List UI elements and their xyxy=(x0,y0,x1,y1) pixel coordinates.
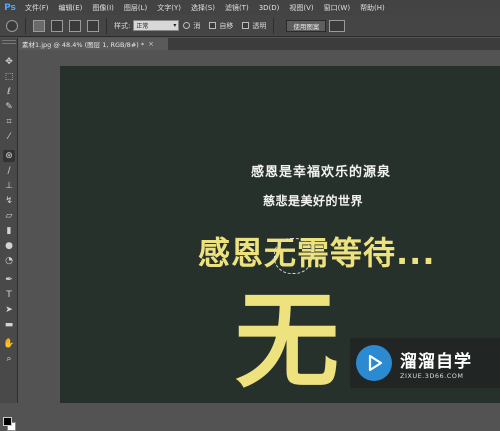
chevron-down-icon: ▾ xyxy=(173,22,177,29)
marquee-icon[interactable]: ⬚ xyxy=(3,71,15,83)
blur-icon[interactable]: ● xyxy=(3,240,15,252)
transparent-label: 透明 xyxy=(252,21,267,30)
move-icon[interactable]: ✥ xyxy=(3,56,15,68)
stamp-icon[interactable]: ⊥ xyxy=(3,180,15,192)
canvas-text-line2: 慈悲是美好的世界 xyxy=(263,194,364,208)
crop-icon[interactable]: ⌗ xyxy=(3,116,15,128)
menu-type[interactable]: 文字(Y) xyxy=(152,3,186,13)
photoshop-logo: Ps xyxy=(4,2,16,13)
menu-edit[interactable]: 编辑(E) xyxy=(54,3,88,13)
gradient-icon[interactable]: ▮ xyxy=(3,225,15,237)
healing-icon[interactable]: ⊛ xyxy=(3,150,15,162)
tools-panel: ✥ ⬚ ℓ ✎ ⌗ ⁄ ⊛ ∕ ⊥ ↯ ▱ ▮ ● ◔ ✒ T ➤ ▬ ✋ ⌕ xyxy=(0,38,18,431)
path-select-icon[interactable]: ➤ xyxy=(3,304,15,316)
history-brush-icon[interactable]: ↯ xyxy=(3,195,15,207)
divider xyxy=(25,17,26,34)
canvas-headline: 感恩无需等待... xyxy=(198,234,436,272)
document-tab[interactable]: 素材1.jpg @ 48.4% (图层 1, RGB/8#) * × xyxy=(18,38,168,50)
eyedropper-icon[interactable]: ⁄ xyxy=(3,131,15,143)
pen-icon[interactable]: ✒ xyxy=(3,274,15,286)
pattern-picker-icon[interactable] xyxy=(329,19,346,32)
menu-window[interactable]: 窗口(W) xyxy=(319,3,355,13)
autoadd-label: 自移 xyxy=(219,21,234,30)
panel-grip[interactable] xyxy=(2,40,16,44)
intersect-selection-icon[interactable] xyxy=(87,19,99,32)
canvas-text-line1: 感恩是幸福欢乐的源泉 xyxy=(251,165,392,180)
play-icon xyxy=(356,345,392,381)
menu-filter[interactable]: 滤镜(T) xyxy=(220,3,254,13)
zoom-icon[interactable]: ⌕ xyxy=(3,353,15,365)
document-tab-bar: 素材1.jpg @ 48.4% (图层 1, RGB/8#) * × xyxy=(18,38,500,50)
watermark-url: ZIXUE.3D66.COM xyxy=(400,371,464,380)
canvas-big-character: 无 xyxy=(235,280,340,402)
menu-file[interactable]: 文件(F) xyxy=(20,3,54,13)
menu-view[interactable]: 视图(V) xyxy=(284,3,318,13)
menu-bar: Ps 文件(F) 编辑(E) 图像(I) 图层(L) 文字(Y) 选择(S) 滤… xyxy=(0,0,500,15)
menu-select[interactable]: 选择(S) xyxy=(186,3,220,13)
options-bar: 样式: 正常 ▾ 消 自移 透明 使用图案 xyxy=(0,15,500,37)
tool-preset-icon[interactable] xyxy=(6,19,18,32)
watermark: 溜溜自学 ZIXUE.3D66.COM xyxy=(350,338,500,388)
subtract-selection-icon[interactable] xyxy=(69,19,81,32)
style-label: 样式: xyxy=(114,21,131,30)
close-icon[interactable]: × xyxy=(148,40,154,48)
dodge-icon[interactable]: ◔ xyxy=(3,255,15,267)
document-tab-title: 素材1.jpg @ 48.4% (图层 1, RGB/8#) * xyxy=(22,41,145,49)
menu-image[interactable]: 图像(I) xyxy=(87,3,119,13)
antialias-radio[interactable] xyxy=(183,22,191,29)
play-icon-glyph xyxy=(368,354,383,372)
antialias-label: 消 xyxy=(193,21,201,30)
divider xyxy=(273,17,275,34)
watermark-text: 溜溜自学 ZIXUE.3D66.COM xyxy=(400,347,472,380)
eraser-icon[interactable]: ▱ xyxy=(3,210,15,222)
add-selection-icon[interactable] xyxy=(51,19,63,32)
watermark-title: 溜溜自学 xyxy=(400,351,472,372)
use-pattern-button[interactable]: 使用图案 xyxy=(286,19,327,32)
menu-3d[interactable]: 3D(D) xyxy=(254,4,285,12)
brush-icon[interactable]: ∕ xyxy=(3,165,15,177)
divider xyxy=(106,17,107,34)
style-select-value: 正常 xyxy=(136,23,149,30)
transparent-checkbox[interactable] xyxy=(242,22,250,29)
selection-marquee[interactable] xyxy=(274,238,312,274)
hand-icon[interactable]: ✋ xyxy=(3,338,15,350)
foreground-color-swatch[interactable] xyxy=(3,417,12,426)
new-selection-icon[interactable] xyxy=(33,19,45,32)
shape-icon[interactable]: ▬ xyxy=(3,319,15,331)
lasso-icon[interactable]: ℓ xyxy=(3,86,15,98)
autoadd-checkbox[interactable] xyxy=(209,22,217,29)
quick-select-icon[interactable]: ✎ xyxy=(3,101,15,113)
menu-help[interactable]: 帮助(H) xyxy=(355,3,390,13)
style-select[interactable]: 正常 ▾ xyxy=(133,20,180,31)
menu-layer[interactable]: 图层(L) xyxy=(119,3,152,13)
type-icon[interactable]: T xyxy=(3,289,15,301)
